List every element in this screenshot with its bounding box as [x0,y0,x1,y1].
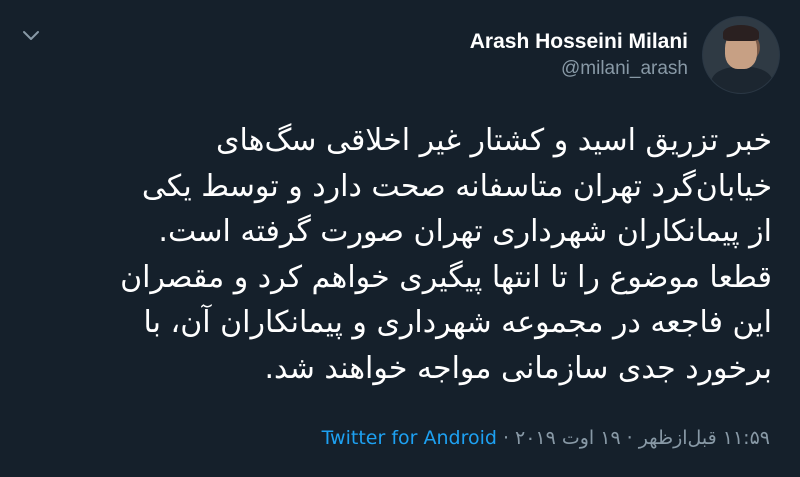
user-names: Arash Hosseini Milani @milani_arash [470,28,688,82]
tweet-line: این فاجعه در مجموعه شهرداری و پیمانکاران… [143,305,772,341]
tweet-text: خبر تزریق اسید و کشتار غیر اخلاقی سگ‌های… [22,118,772,392]
tweet-line: قطعا موضوع را تا انتها پیگیری خواهم کرد … [120,259,772,295]
chevron-down-icon[interactable] [20,24,42,46]
tweet-line: از پیمانکاران شهرداری تهران صورت گرفته ا… [158,214,772,250]
tweet-line: برخورد جدی سازمانی مواجه خواهند شد. [264,350,772,386]
meta-separator: · [626,427,633,449]
tweet-meta: ۱۱:۵۹ قبل‌ازظهر · ۱۹ اوت ۲۰۱۹ · Twitter … [322,427,770,449]
avatar[interactable] [702,16,780,94]
display-name[interactable]: Arash Hosseini Milani [470,28,688,56]
meta-separator: · [502,427,509,449]
watermark-logo [745,23,775,53]
user-handle[interactable]: @milani_arash [470,56,688,82]
tweet-header: Arash Hosseini Milani @milani_arash [470,16,780,94]
tweet-time[interactable]: ۱۱:۵۹ قبل‌ازظهر [639,427,770,449]
tweet-line: خبر تزریق اسید و کشتار غیر اخلاقی سگ‌های [216,123,772,158]
tweet-line: خیابان‌گرد تهران متاسفانه صحت دارد و توس… [141,168,772,204]
tweet-source-link[interactable]: Twitter for Android [322,427,497,449]
tweet-date[interactable]: ۱۹ اوت ۲۰۱۹ [515,427,621,449]
